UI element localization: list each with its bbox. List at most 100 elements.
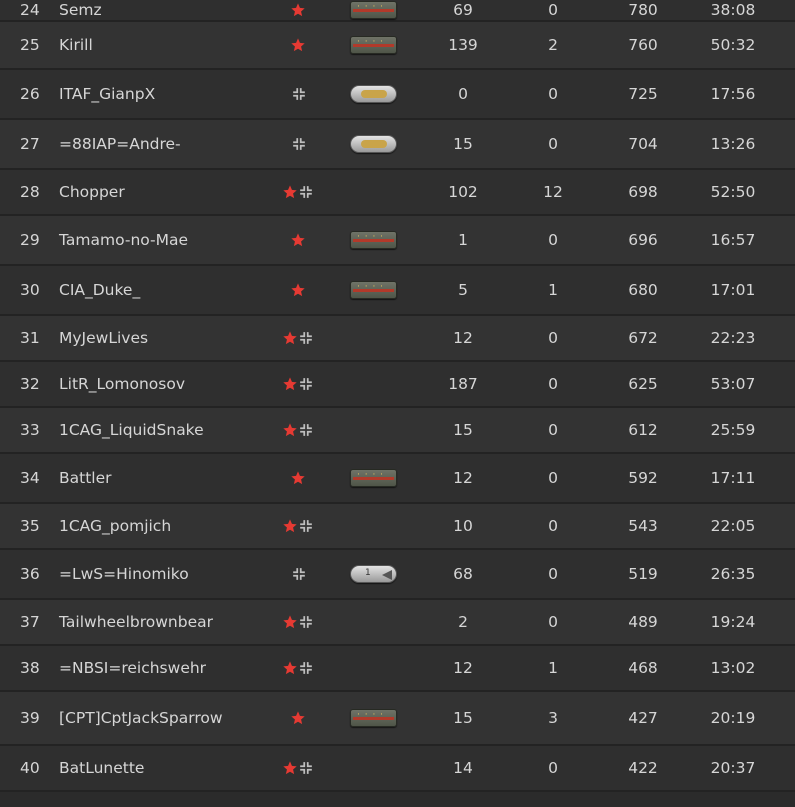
position-number: 38 bbox=[20, 659, 40, 677]
player-name[interactable]: LitR_Lomonosov bbox=[59, 375, 185, 393]
shoulder-strap-icon bbox=[350, 231, 397, 249]
rank-insignia bbox=[350, 759, 397, 777]
score-value: 543 bbox=[628, 517, 658, 535]
position-number: 39 bbox=[20, 709, 40, 727]
player-name[interactable]: Tailwheelbrownbear bbox=[59, 613, 213, 631]
player-name[interactable]: MyJewLives bbox=[59, 329, 148, 347]
table-row[interactable]: 28 Chopper 102 12 698 52:50 bbox=[0, 170, 795, 216]
position-number: 34 bbox=[20, 469, 40, 487]
position-number: 37 bbox=[20, 613, 40, 631]
table-row[interactable]: 39 [CPT]CptJackSparrow 15 3 427 20:19 bbox=[0, 692, 795, 746]
score-value: 680 bbox=[628, 281, 658, 299]
kills-value: 1 bbox=[458, 231, 468, 249]
player-name[interactable]: =88IAP=Andre- bbox=[59, 135, 181, 153]
kills-value: 15 bbox=[453, 135, 473, 153]
position-number: 27 bbox=[20, 135, 40, 153]
balkenkreuz-icon bbox=[299, 661, 313, 675]
deaths-value: 0 bbox=[548, 329, 558, 347]
table-row[interactable]: 38 =NBSI=reichswehr 12 1 468 13:02 bbox=[0, 646, 795, 692]
table-row[interactable]: 32 LitR_Lomonosov 187 0 625 53:07 bbox=[0, 362, 795, 408]
player-name[interactable]: Kirill bbox=[59, 36, 93, 54]
time-value: 13:26 bbox=[710, 135, 756, 153]
table-row[interactable]: 33 1CAG_LiquidSnake 15 0 612 25:59 bbox=[0, 408, 795, 454]
score-value: 489 bbox=[628, 613, 658, 631]
faction-icons bbox=[282, 470, 322, 486]
kills-value: 2 bbox=[458, 613, 468, 631]
table-row[interactable]: 24 Semz 69 0 780 38:08 bbox=[0, 0, 795, 22]
kills-value: 12 bbox=[453, 469, 473, 487]
player-name[interactable]: Battler bbox=[59, 469, 112, 487]
player-name[interactable]: [CPT]CptJackSparrow bbox=[59, 709, 223, 727]
kills-value: 139 bbox=[448, 36, 478, 54]
balkenkreuz-icon bbox=[292, 137, 306, 151]
table-row[interactable]: 40 BatLunette 14 0 422 20:37 bbox=[0, 746, 795, 792]
deaths-value: 0 bbox=[548, 517, 558, 535]
player-name[interactable]: 1CAG_pomjich bbox=[59, 517, 171, 535]
red-star-icon bbox=[282, 376, 298, 392]
score-value: 696 bbox=[628, 231, 658, 249]
time-value: 19:24 bbox=[710, 613, 756, 631]
kills-value: 69 bbox=[453, 1, 473, 19]
position-number: 31 bbox=[20, 329, 40, 347]
time-value: 17:11 bbox=[710, 469, 756, 487]
rank-insignia bbox=[350, 85, 397, 103]
table-row[interactable]: 26 ITAF_GianpX 0 0 725 17:56 bbox=[0, 70, 795, 120]
rank-insignia bbox=[350, 36, 397, 54]
time-value: 13:02 bbox=[710, 659, 756, 677]
player-name[interactable]: Semz bbox=[59, 1, 102, 19]
score-value: 698 bbox=[628, 183, 658, 201]
shoulder-strap-icon bbox=[350, 85, 397, 103]
kills-value: 10 bbox=[453, 517, 473, 535]
position-number: 40 bbox=[20, 759, 40, 777]
red-star-icon bbox=[282, 422, 298, 438]
faction-icons bbox=[282, 422, 322, 438]
red-star-icon bbox=[290, 2, 306, 18]
player-name[interactable]: Chopper bbox=[59, 183, 125, 201]
faction-icons bbox=[282, 760, 322, 776]
rank-insignia bbox=[350, 329, 397, 347]
red-star-icon bbox=[282, 614, 298, 630]
rank-insignia bbox=[350, 231, 397, 249]
table-row[interactable]: 31 MyJewLives 12 0 672 22:23 bbox=[0, 316, 795, 362]
faction-icons bbox=[282, 660, 322, 676]
table-row[interactable]: 37 Tailwheelbrownbear 2 0 489 19:24 bbox=[0, 600, 795, 646]
rank-insignia bbox=[350, 183, 397, 201]
balkenkreuz-icon bbox=[292, 87, 306, 101]
shoulder-strap-icon bbox=[350, 281, 397, 299]
time-value: 26:35 bbox=[710, 565, 756, 583]
table-row[interactable]: 25 Kirill 139 2 760 50:32 bbox=[0, 22, 795, 70]
player-name[interactable]: ITAF_GianpX bbox=[59, 85, 155, 103]
balkenkreuz-icon bbox=[299, 185, 313, 199]
player-name[interactable]: =NBSI=reichswehr bbox=[59, 659, 206, 677]
position-number: 30 bbox=[20, 281, 40, 299]
table-row[interactable]: 29 Tamamo-no-Mae 1 0 696 16:57 bbox=[0, 216, 795, 266]
player-name[interactable]: BatLunette bbox=[59, 759, 144, 777]
faction-icons bbox=[282, 37, 322, 53]
leaderboard-table: 24Semz69078038:0825Kirill139276050:3226I… bbox=[0, 0, 795, 792]
faction-icons bbox=[282, 282, 322, 298]
rank-insignia bbox=[350, 709, 397, 727]
faction-icons bbox=[282, 710, 322, 726]
table-row[interactable]: 36 =LwS=Hinomiko 68 0 519 26:35 bbox=[0, 550, 795, 600]
red-star-icon bbox=[290, 282, 306, 298]
balkenkreuz-icon bbox=[299, 761, 313, 775]
player-name[interactable]: =LwS=Hinomiko bbox=[59, 565, 189, 583]
shoulder-strap-icon bbox=[350, 469, 397, 487]
player-name[interactable]: 1CAG_LiquidSnake bbox=[59, 421, 204, 439]
shoulder-strap-icon bbox=[350, 36, 397, 54]
table-row[interactable]: 34 Battler 12 0 592 17:11 bbox=[0, 454, 795, 504]
kills-value: 12 bbox=[453, 329, 473, 347]
player-name[interactable]: Tamamo-no-Mae bbox=[59, 231, 188, 249]
table-row[interactable]: 35 1CAG_pomjich 10 0 543 22:05 bbox=[0, 504, 795, 550]
player-name[interactable]: CIA_Duke_ bbox=[59, 281, 140, 299]
faction-icons bbox=[282, 566, 322, 582]
deaths-value: 1 bbox=[548, 281, 558, 299]
rank-insignia bbox=[350, 517, 397, 535]
table-row[interactable]: 30 CIA_Duke_ 5 1 680 17:01 bbox=[0, 266, 795, 316]
deaths-value: 0 bbox=[548, 85, 558, 103]
rank-insignia bbox=[350, 281, 397, 299]
time-value: 38:08 bbox=[710, 1, 756, 19]
position-number: 29 bbox=[20, 231, 40, 249]
kills-value: 15 bbox=[453, 709, 473, 727]
table-row[interactable]: 27 =88IAP=Andre- 15 0 704 13:26 bbox=[0, 120, 795, 170]
